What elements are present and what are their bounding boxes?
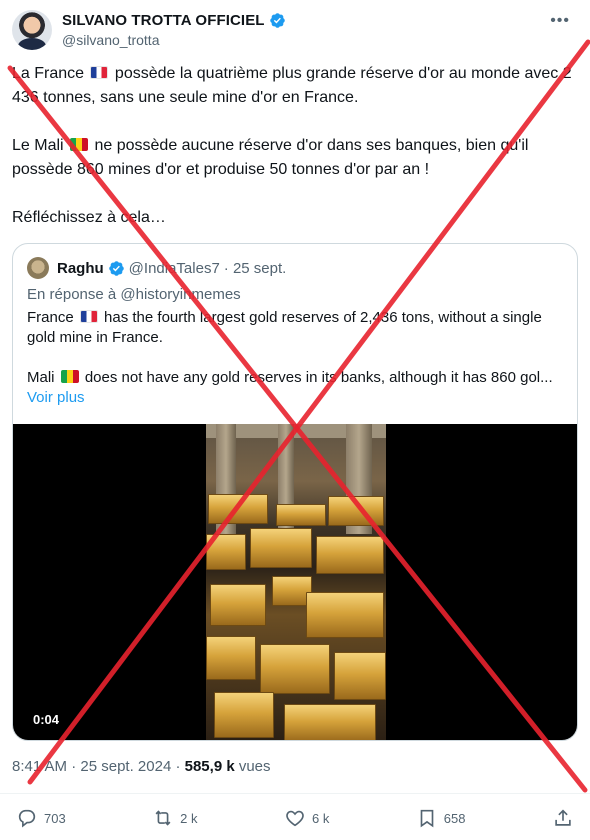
text-span: ne possède aucune réserve d'or dans ses … (12, 137, 529, 178)
divider (0, 793, 590, 794)
tweet-paragraph-3: Réfléchissez à cela… (12, 209, 166, 226)
repost-button[interactable]: 2 k (152, 807, 198, 829)
verified-badge-icon (108, 260, 124, 276)
text-span: does not have any gold reserves in its b… (80, 369, 553, 386)
reply-count: 703 (44, 810, 66, 826)
video-player[interactable]: 0:04 (13, 424, 577, 740)
quoted-tweet[interactable]: Raghu @IndiaTales7 · 25 sept. En réponse… (12, 243, 578, 741)
author-handle[interactable]: @silvano_trotta (62, 32, 159, 48)
text-span: Le Mali (12, 137, 69, 154)
tweet-paragraph-2: Le Mali ne possède aucune réserve d'or d… (12, 134, 572, 182)
share-icon (555, 809, 571, 826)
views-label: vues (238, 758, 271, 775)
like-count: 6 k (311, 810, 330, 826)
quoted-date[interactable]: · 25 sept. (224, 260, 287, 277)
quoted-text: France has the fourth largest gold reser… (27, 308, 567, 408)
tweet-meta: 8:41 AM · 25 sept. 2024 · 585,9 k vues (12, 758, 271, 775)
share-button[interactable] (552, 807, 574, 829)
bookmark-button[interactable]: 658 (416, 807, 466, 829)
author-name-row: SILVANO TROTTA OFFICIEL (62, 12, 286, 29)
mali-flag-icon (70, 138, 89, 151)
post-time[interactable]: 8:41 AM (12, 758, 67, 775)
quoted-tweet-header: Raghu @IndiaTales7 · 25 sept. (27, 257, 286, 279)
tweet-text: La France possède la quatrième plus gran… (12, 62, 572, 254)
author-display-name[interactable]: SILVANO TROTTA OFFICIEL (62, 12, 265, 29)
quoted-handle[interactable]: @IndiaTales7 (129, 260, 220, 277)
avatar[interactable] (12, 10, 52, 50)
tweet-paragraph-1: La France possède la quatrième plus gran… (12, 62, 572, 110)
france-flag-icon (90, 66, 109, 79)
text-span: France (27, 309, 78, 326)
text-span: Mali (27, 369, 59, 386)
heart-icon (286, 810, 304, 827)
bookmark-icon (420, 809, 434, 828)
reply-to-label: En réponse à @historyinmemes (27, 286, 241, 303)
tweet-header: SILVANO TROTTA OFFICIEL @silvano_trotta … (12, 10, 578, 50)
bookmark-count: 658 (443, 810, 466, 826)
quoted-display-name[interactable]: Raghu (57, 260, 104, 277)
action-bar: 703 2 k 6 k 658 (16, 805, 574, 831)
quoted-avatar[interactable] (27, 257, 49, 279)
quoted-paragraph-2: Mali does not have any gold reserves in … (27, 368, 567, 388)
repost-icon (155, 810, 171, 826)
mali-flag-icon (60, 370, 79, 383)
france-flag-icon (79, 310, 98, 323)
show-more-link[interactable]: Voir plus (27, 388, 567, 408)
more-options-icon[interactable]: ••• (550, 12, 570, 30)
video-timestamp: 0:04 (33, 712, 60, 727)
views-count: 585,9 k (184, 758, 235, 775)
reply-button[interactable]: 703 (16, 807, 66, 829)
post-date[interactable]: · 25 sept. 2024 · (71, 758, 180, 775)
reply-icon (18, 809, 36, 828)
repost-count: 2 k (180, 810, 198, 826)
tweet: SILVANO TROTTA OFFICIEL @silvano_trotta … (0, 0, 590, 840)
like-button[interactable]: 6 k (284, 807, 329, 829)
verified-badge-icon (269, 13, 285, 28)
quoted-paragraph-1: France has the fourth largest gold reser… (27, 308, 567, 348)
text-span: has the fourth largest gold reserves of … (27, 309, 542, 346)
gold-vault-video-frame (206, 424, 386, 740)
text-span: La France (12, 65, 89, 82)
